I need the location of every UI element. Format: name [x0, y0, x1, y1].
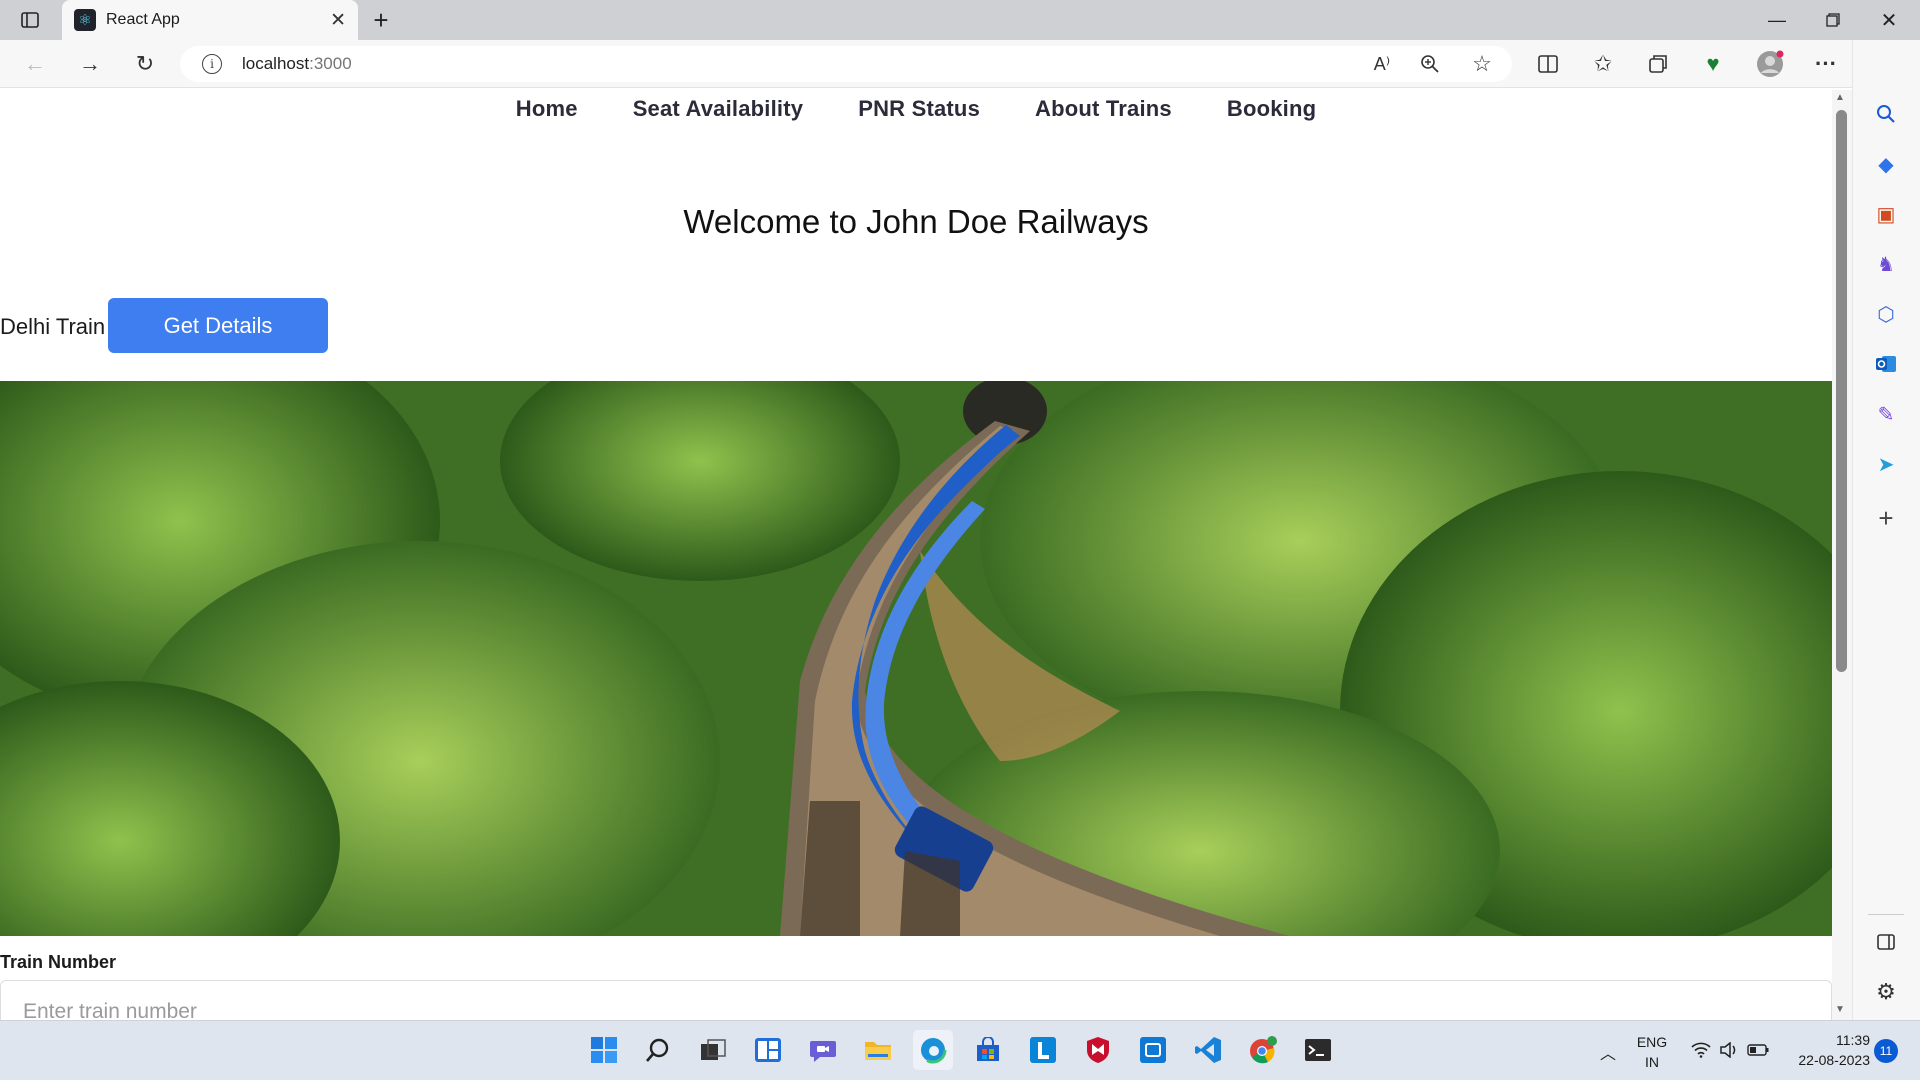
address-bar[interactable]: i localhost:3000 — [180, 46, 1512, 82]
browser-essentials-icon[interactable]: ♥ — [1693, 44, 1733, 84]
profile-avatar[interactable] — [1750, 44, 1790, 84]
zoom-icon[interactable] — [1410, 44, 1450, 84]
search-icon[interactable] — [638, 1030, 678, 1070]
games-icon[interactable]: ♞ — [1868, 246, 1904, 282]
nav-about-trains[interactable]: About Trains — [1035, 96, 1172, 140]
nav-pnr-status[interactable]: PNR Status — [858, 96, 980, 140]
mcafee-icon[interactable] — [1078, 1030, 1118, 1070]
sidebar-toggle-icon[interactable] — [1868, 924, 1904, 960]
tools-icon[interactable]: ▣ — [1868, 196, 1904, 232]
train-number-label: Train Number — [0, 952, 117, 972]
windows-start-icon[interactable] — [584, 1030, 624, 1070]
widgets-icon[interactable] — [748, 1030, 788, 1070]
tab-actions-icon[interactable] — [14, 8, 46, 32]
search-icon[interactable] — [1868, 96, 1904, 132]
nav-seat-availability[interactable]: Seat Availability — [633, 96, 804, 140]
terminal-icon[interactable] — [1298, 1030, 1338, 1070]
scrollbar-thumb[interactable] — [1836, 110, 1847, 672]
get-details-button[interactable]: Get Details — [108, 298, 328, 353]
tab-title: React App — [106, 11, 180, 28]
tray-chevron-icon[interactable]: ︿ — [1600, 1040, 1616, 1064]
collections-icon[interactable] — [1638, 44, 1678, 84]
window-close-icon[interactable]: ✕ — [1874, 6, 1904, 34]
add-icon[interactable]: + — [1868, 500, 1904, 536]
shopping-tag-icon[interactable]: ◆ — [1868, 146, 1904, 182]
notification-badge[interactable]: 11 — [1874, 1039, 1898, 1063]
new-tab-icon[interactable]: + — [366, 5, 396, 35]
maximize-icon[interactable] — [1818, 6, 1848, 34]
page-title: Welcome to John Doe Railways — [683, 203, 1149, 240]
telegram-icon[interactable]: ➤ — [1868, 446, 1904, 482]
nav-home[interactable]: Home — [516, 96, 578, 140]
close-icon[interactable]: ✕ — [330, 9, 346, 32]
microsoft-365-icon[interactable]: ⬡ — [1868, 296, 1904, 332]
scroll-down-arrow-icon[interactable]: ▼ — [1835, 1004, 1845, 1015]
minimize-icon[interactable]: — — [1762, 6, 1792, 34]
store-icon[interactable] — [968, 1030, 1008, 1070]
volume-icon[interactable] — [1718, 1038, 1740, 1062]
settings-icon[interactable]: ⚙ — [1868, 974, 1904, 1010]
url-text: localhost:3000 — [242, 54, 352, 73]
battery-icon[interactable] — [1746, 1038, 1770, 1062]
read-aloud-icon[interactable]: A⁾ — [1362, 44, 1402, 84]
favorite-star-icon[interactable]: ☆ — [1462, 44, 1502, 84]
teams-chat-icon[interactable] — [803, 1030, 843, 1070]
chrome-icon[interactable] — [1243, 1030, 1283, 1070]
sidebar-divider — [1868, 914, 1904, 915]
file-explorer-icon[interactable] — [858, 1030, 898, 1070]
hero-train-image — [0, 381, 1832, 936]
language-indicator[interactable]: ENG IN — [1630, 1032, 1674, 1072]
forward-icon[interactable]: → — [70, 44, 110, 84]
back-icon[interactable]: ← — [15, 44, 55, 84]
split-screen-icon[interactable] — [1528, 44, 1568, 84]
l-app-icon[interactable] — [1023, 1030, 1063, 1070]
designer-icon[interactable]: ✎ — [1868, 396, 1904, 432]
outlook-icon[interactable] — [1868, 346, 1904, 382]
vscode-icon[interactable] — [1188, 1030, 1228, 1070]
system-clock[interactable]: 11:39 22-08-2023 — [1780, 1030, 1870, 1070]
task-view-icon[interactable] — [693, 1030, 733, 1070]
main-nav: Home Seat Availability PNR Status About … — [0, 96, 1832, 140]
refresh-icon[interactable]: ↻ — [125, 44, 165, 84]
edge-icon[interactable] — [913, 1030, 953, 1070]
more-icon[interactable]: ··· — [1806, 44, 1846, 84]
outlook-icon[interactable] — [1133, 1030, 1173, 1070]
scroll-up-arrow-icon[interactable]: ▲ — [1835, 92, 1845, 103]
react-favicon: ⚛ — [74, 9, 96, 31]
nav-booking[interactable]: Booking — [1227, 96, 1316, 140]
info-icon[interactable]: i — [202, 54, 222, 74]
delhi-train-label: Delhi Train — [0, 314, 106, 339]
browser-tab[interactable]: ⚛ React App ✕ — [62, 0, 358, 40]
favorites-icon[interactable]: ✩ — [1583, 44, 1623, 84]
wifi-icon[interactable] — [1690, 1038, 1712, 1062]
